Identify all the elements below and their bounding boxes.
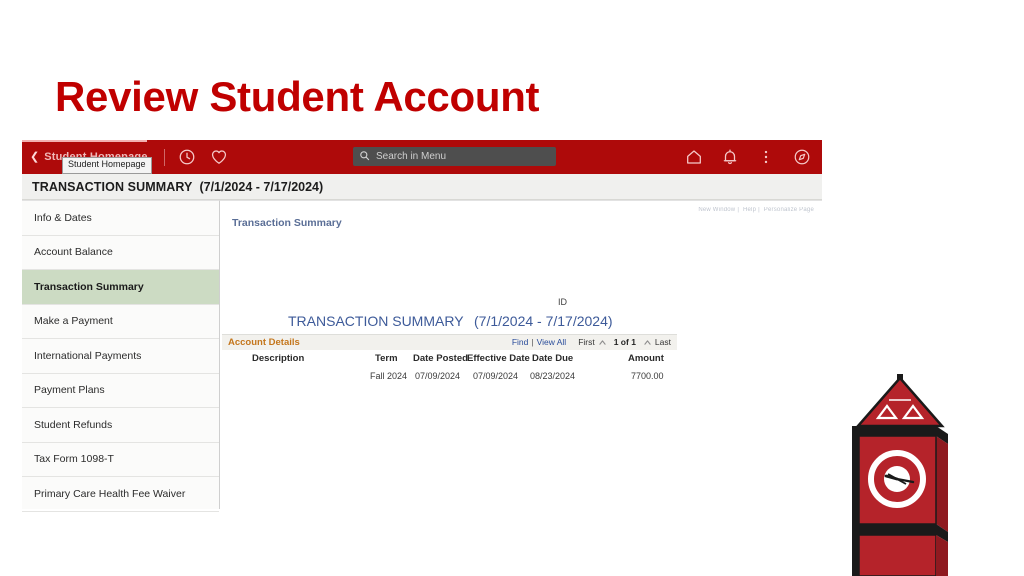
link-separator: |: [531, 337, 534, 347]
page-title: Review Student Account: [55, 73, 540, 120]
sidebar-item-international-payments[interactable]: International Payments: [22, 339, 219, 374]
search-icon: [359, 148, 370, 166]
heart-icon[interactable]: [210, 148, 228, 166]
search-placeholder: Search in Menu: [376, 151, 447, 162]
sidebar-item-label: Primary Care Health Fee Waiver: [34, 487, 186, 500]
cell-date-due: 08/23/2024: [530, 371, 576, 381]
table-column-headers: Description Term Date Posted Effective D…: [220, 353, 680, 367]
first-link[interactable]: First: [578, 337, 595, 347]
sidebar-item-tax-form-1098t[interactable]: Tax Form 1098-T: [22, 443, 219, 477]
search-input[interactable]: Search in Menu: [353, 147, 556, 166]
grid-title: Account Details: [228, 337, 300, 348]
table-row: Fall 2024 07/09/2024 07/09/2024 08/23/20…: [220, 371, 680, 385]
id-label: ID: [558, 297, 567, 307]
clock-tower-illustration: [826, 366, 976, 576]
find-link[interactable]: Find: [512, 337, 529, 347]
sidebar-item-payment-plans[interactable]: Payment Plans: [22, 374, 219, 408]
column-header-date-due: Date Due: [532, 353, 574, 364]
header-action-icons: [667, 140, 811, 174]
sidebar-item-label: Account Balance: [34, 246, 113, 259]
sidebar-item-label: Make a Payment: [34, 315, 113, 328]
sidebar-item-label: Student Refunds: [34, 418, 113, 431]
view-all-link[interactable]: View All: [537, 337, 567, 347]
column-header-term: Term: [375, 353, 398, 364]
grid-nav-links: Find | View All First 1 of 1 Last: [512, 337, 671, 347]
personalize-page-link[interactable]: Personalize Page: [764, 207, 814, 213]
main-content: New Window | Help | Personalize Page Trans…: [220, 200, 822, 518]
bell-icon[interactable]: [721, 148, 739, 166]
cell-amount: 7700.00: [631, 371, 664, 381]
app-body: Info & Dates Account Balance Transaction…: [22, 200, 822, 518]
sidebar-item-make-a-payment[interactable]: Make a Payment: [22, 305, 219, 339]
summary-heading-text: TRANSACTION SUMMARY: [288, 313, 464, 329]
sidebar-item-account-balance[interactable]: Account Balance: [22, 236, 219, 270]
column-header-effective-date: Effective Date: [467, 353, 530, 364]
breadcrumb-tooltip: Student Homepage: [62, 157, 152, 174]
last-link[interactable]: Last: [655, 337, 671, 347]
sidebar-item-primary-care-health-fee-waiver[interactable]: Primary Care Health Fee Waiver: [22, 477, 219, 512]
pager-indicator: 1 of 1: [613, 337, 636, 347]
next-page-icon[interactable]: [643, 339, 652, 348]
app-header-bar: ❮ Student Homepage Student Homepage S: [22, 140, 822, 174]
chevron-left-icon[interactable]: ❮: [30, 151, 39, 163]
app-screenshot: ❮ Student Homepage Student Homepage S: [22, 140, 822, 518]
cell-effective-date: 07/09/2024: [473, 371, 519, 381]
page-title-date-range: (7/1/2024 - 7/17/2024): [199, 179, 324, 194]
help-link[interactable]: Help: [743, 207, 756, 213]
sidebar-item-transaction-summary[interactable]: Transaction Summary: [22, 270, 219, 305]
sidebar-item-student-refunds[interactable]: Student Refunds: [22, 408, 219, 443]
page-title-name: TRANSACTION SUMMARY: [32, 179, 193, 194]
sidebar-item-label: Tax Form 1098-T: [34, 453, 114, 466]
grid-header-bar: Account Details Find | View All First 1 …: [222, 334, 677, 350]
clock-icon[interactable]: [178, 148, 196, 166]
page-title-bar: TRANSACTION SUMMARY (7/1/2024 - 7/17/202…: [22, 174, 822, 200]
new-window-link[interactable]: New Window: [698, 207, 735, 213]
kebab-menu-icon[interactable]: [757, 148, 775, 166]
column-header-date-posted: Date Posted: [413, 353, 468, 364]
sidebar-item-label: Info & Dates: [34, 211, 92, 224]
summary-heading-date-range: (7/1/2024 - 7/17/2024): [474, 313, 613, 329]
section-header-link[interactable]: Transaction Summary: [232, 217, 342, 229]
sidebar-item-label: Transaction Summary: [34, 280, 144, 293]
cell-date-posted: 07/09/2024: [415, 371, 461, 381]
banner-divider: [163, 148, 165, 166]
previous-page-icon[interactable]: [598, 339, 607, 348]
sidebar-item-label: Payment Plans: [34, 384, 105, 397]
column-header-description: Description: [252, 353, 305, 364]
column-header-amount: Amount: [628, 353, 664, 364]
home-icon[interactable]: [685, 148, 703, 166]
cell-term: Fall 2024: [370, 371, 408, 381]
sidebar: Info & Dates Account Balance Transaction…: [22, 200, 220, 512]
compass-icon[interactable]: [793, 148, 811, 166]
sidebar-item-label: International Payments: [34, 349, 142, 362]
utility-links: New Window | Help | Personalize Page: [698, 207, 814, 213]
summary-heading: TRANSACTION SUMMARY (7/1/2024 - 7/17/202…: [288, 313, 613, 331]
sidebar-item-info-dates[interactable]: Info & Dates: [22, 201, 219, 236]
